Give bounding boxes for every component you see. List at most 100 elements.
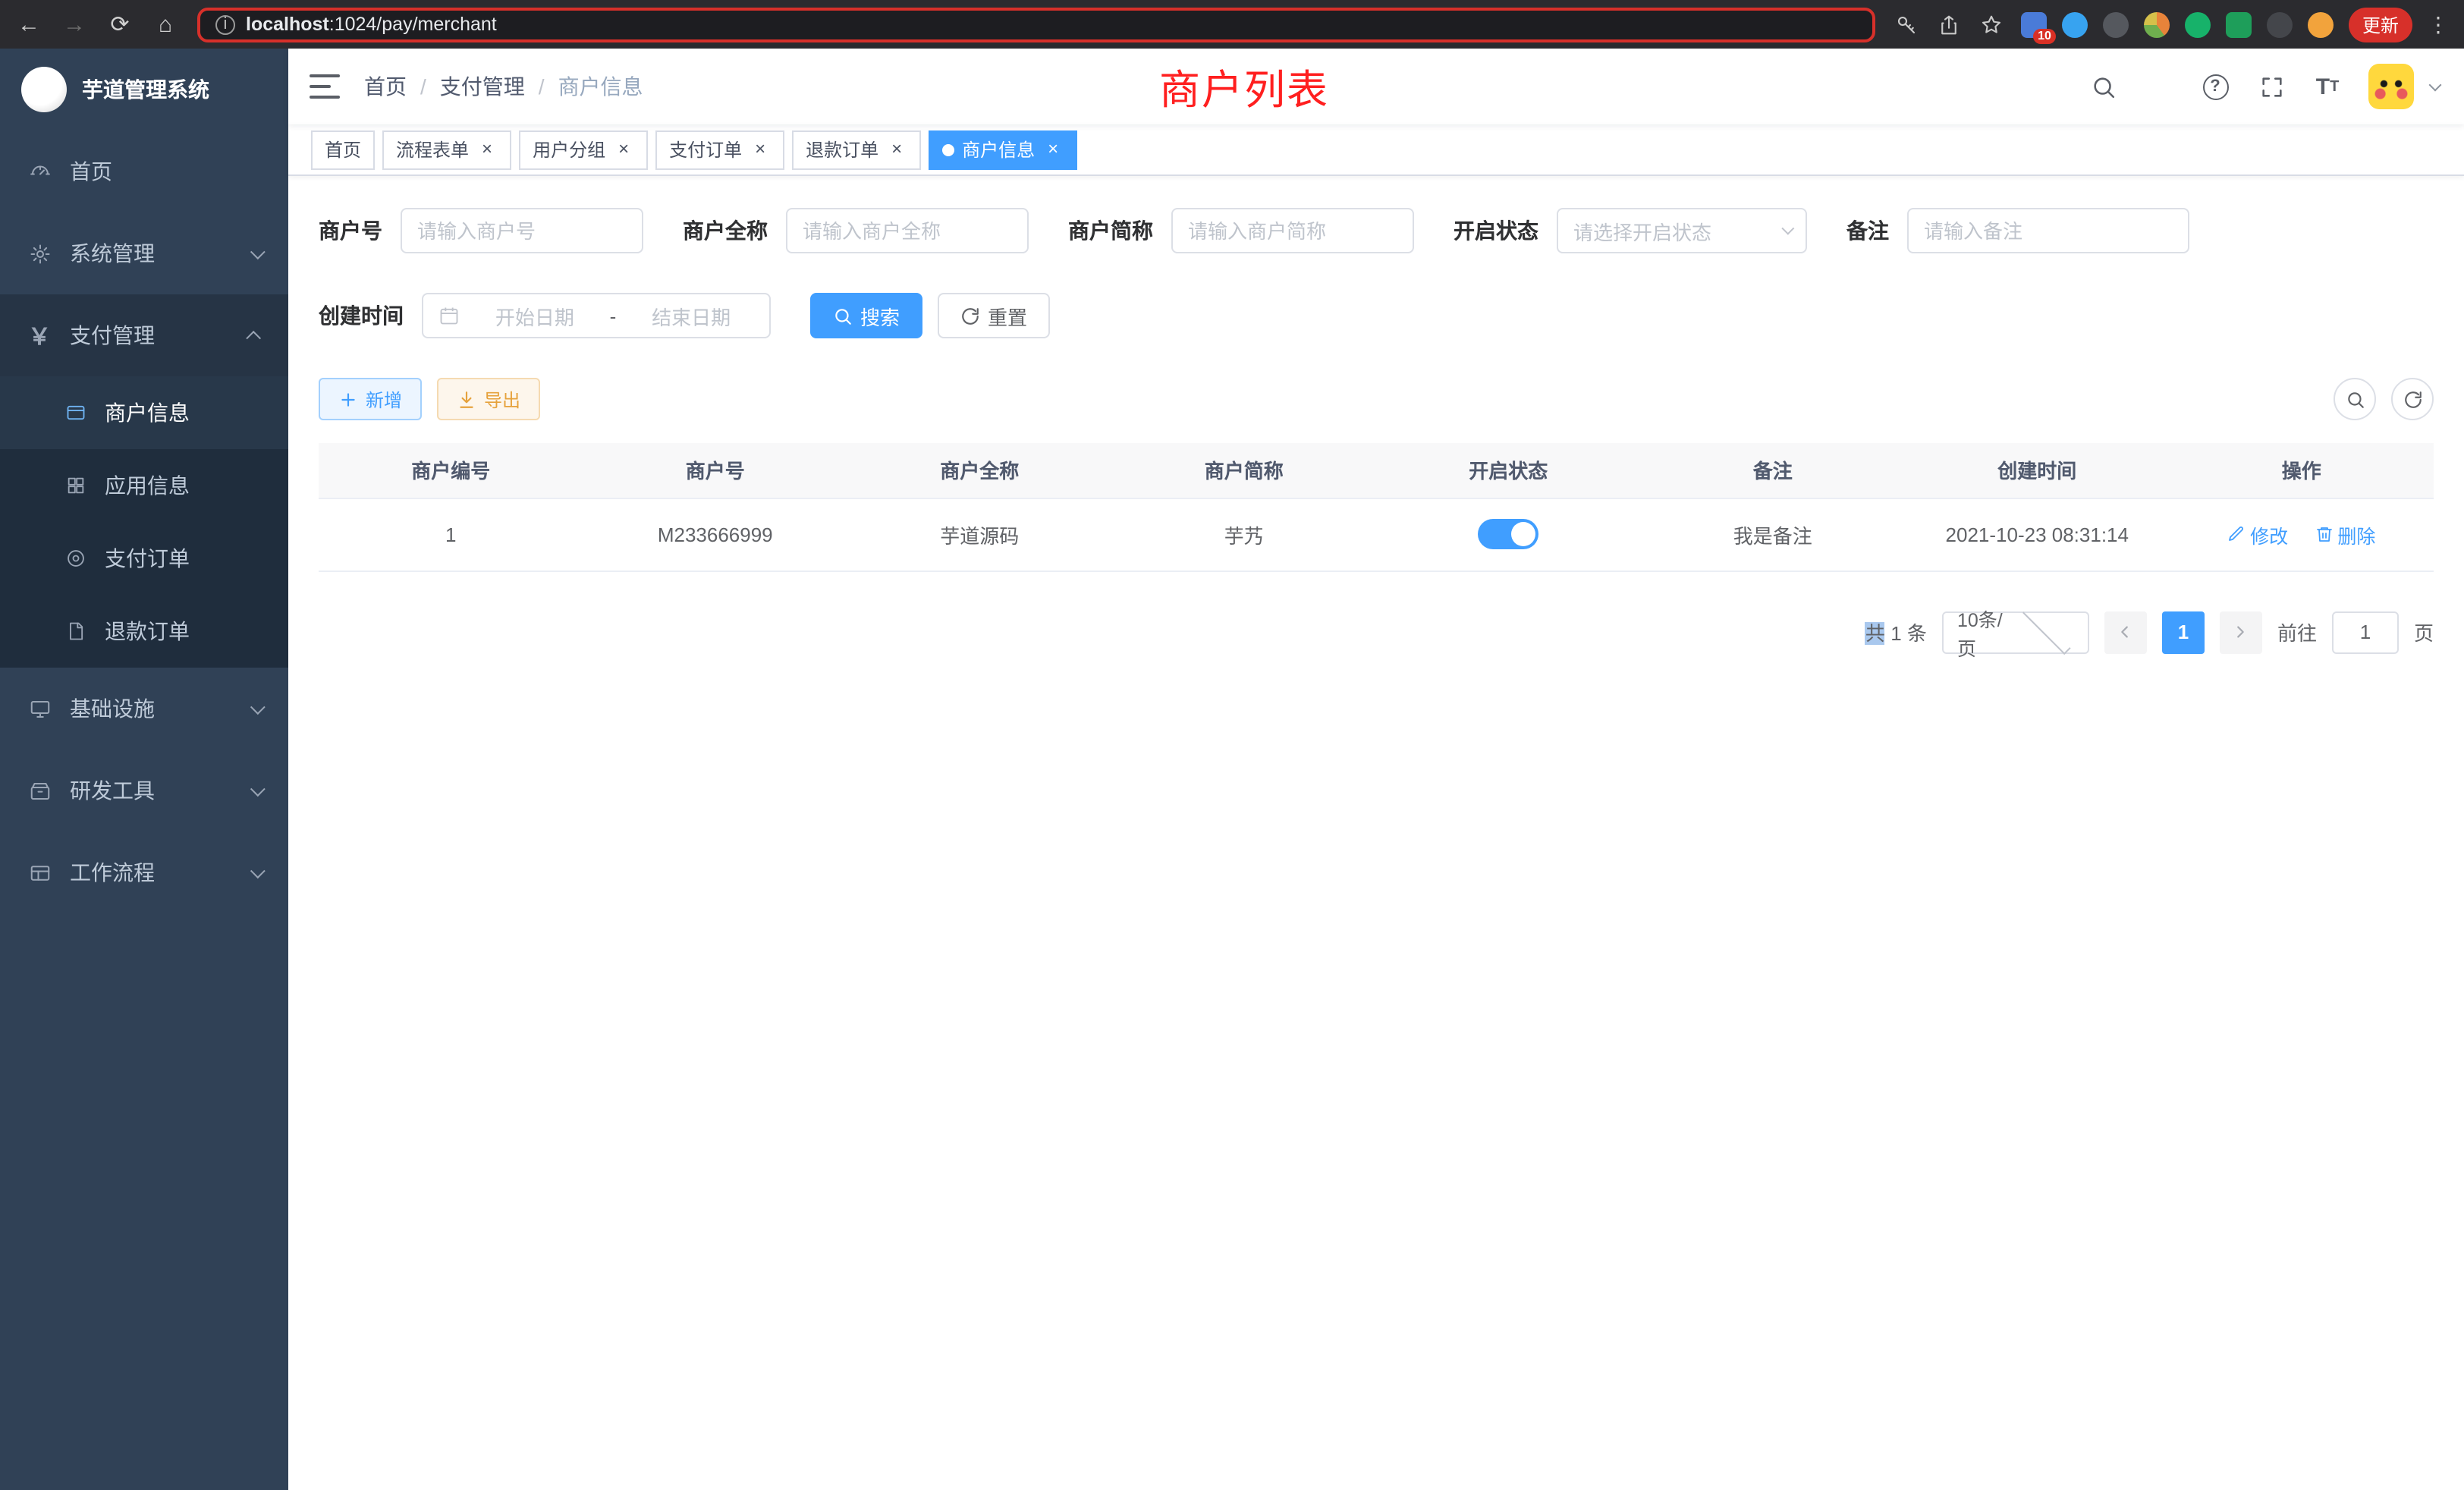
refresh-icon [960, 306, 980, 325]
app-logo[interactable]: 芋道管理系统 [0, 49, 288, 130]
cell-short-name: 芋艿 [1112, 498, 1377, 571]
full-name-input[interactable] [786, 208, 1029, 253]
browser-toolbar-right: 10 更新 ⋮ [1894, 7, 2449, 42]
cell-merchant-id: 1 [319, 498, 583, 571]
close-icon[interactable]: × [750, 139, 771, 160]
sidebar-item-merchant-info[interactable]: 商户信息 [0, 376, 288, 449]
filter-row-1: 商户号 商户全称 商户简称 开启状态 请选择开启状态 [319, 208, 2434, 253]
user-avatar[interactable] [2368, 64, 2414, 109]
top-navbar: 首页 / 支付管理 / 商户信息 商户列表 ? TT [288, 49, 2464, 124]
search-icon[interactable] [2088, 71, 2118, 102]
cell-status [1376, 498, 1641, 571]
close-icon[interactable]: × [476, 139, 498, 160]
status-toggle[interactable] [1478, 519, 1538, 549]
extension-icon[interactable] [2103, 11, 2129, 37]
sidebar-item-workflow[interactable]: 工作流程 [0, 831, 288, 913]
tab-process-form[interactable]: 流程表单× [382, 130, 511, 169]
cell-actions: 修改 删除 [2170, 498, 2434, 571]
chevron-down-icon [1781, 222, 1794, 235]
sidebar-item-system[interactable]: 系统管理 [0, 212, 288, 294]
url-bar[interactable]: i localhost:1024/pay/merchant [197, 7, 1875, 42]
extension-badge: 10 [2033, 28, 2056, 43]
edit-link[interactable]: 修改 [2227, 520, 2288, 549]
date-end-placeholder: 结束日期 [628, 301, 754, 330]
close-icon[interactable]: × [613, 139, 634, 160]
payment-submenu: 商户信息 应用信息 支付订单 退款订单 [0, 376, 288, 668]
status-select[interactable]: 请选择开启状态 [1557, 208, 1807, 253]
delete-link[interactable]: 删除 [2315, 520, 2375, 549]
breadcrumb: 首页 / 支付管理 / 商户信息 [364, 71, 643, 102]
extension-icon[interactable] [2267, 11, 2293, 37]
refresh-table-icon[interactable] [2391, 378, 2434, 420]
col-remark: 备注 [1641, 443, 1906, 498]
extension-icon[interactable] [2144, 11, 2170, 37]
profile-avatar-icon[interactable] [2308, 11, 2334, 37]
goto-page-input[interactable] [2332, 611, 2399, 653]
github-icon[interactable] [2144, 71, 2174, 102]
breadcrumb-current: 商户信息 [558, 71, 643, 102]
page-number-button[interactable]: 1 [2162, 611, 2205, 653]
col-short-name: 商户简称 [1112, 443, 1377, 498]
screen: ← → ⟳ ⌂ i localhost:1024/pay/merchant 10 [0, 0, 2464, 1490]
add-button[interactable]: 新增 [319, 378, 422, 420]
gear-icon [27, 241, 52, 266]
tab-merchant-info[interactable]: 商户信息× [929, 130, 1077, 169]
show-search-icon[interactable] [2334, 378, 2376, 420]
merchant-no-input[interactable] [401, 208, 643, 253]
extension-icon[interactable]: 10 [2021, 11, 2047, 37]
help-icon[interactable]: ? [2200, 71, 2230, 102]
annotation-title: 商户列表 [1159, 57, 1329, 116]
avatar-caret-icon[interactable] [2429, 78, 2442, 91]
tab-home[interactable]: 首页 [311, 130, 375, 169]
fullscreen-icon[interactable] [2256, 71, 2286, 102]
extension-icon[interactable] [2185, 11, 2211, 37]
tab-pay-order[interactable]: 支付订单× [655, 130, 784, 169]
browser-back-icon[interactable]: ← [15, 11, 42, 37]
remark-input[interactable] [1907, 208, 2189, 253]
site-info-icon[interactable]: i [215, 14, 235, 34]
col-full-name: 商户全称 [847, 443, 1112, 498]
breadcrumb-payment[interactable]: 支付管理 [440, 71, 525, 102]
yen-icon: ￥ [27, 323, 52, 347]
sidebar-item-home[interactable]: 首页 [0, 130, 288, 212]
merchant-table: 商户编号 商户号 商户全称 商户简称 开启状态 备注 创建时间 操作 1 [319, 443, 2434, 571]
chevron-down-icon [250, 699, 266, 714]
reset-button[interactable]: 重置 [938, 293, 1050, 338]
date-range-picker[interactable]: 开始日期 - 结束日期 [422, 293, 771, 338]
extension-icon[interactable] [2226, 11, 2252, 37]
tab-refund-order[interactable]: 退款订单× [792, 130, 921, 169]
sidebar-item-infrastructure[interactable]: 基础设施 [0, 668, 288, 750]
workflow-icon [27, 860, 52, 885]
sidebar-item-refund-order[interactable]: 退款订单 [0, 595, 288, 668]
export-button[interactable]: 导出 [437, 378, 540, 420]
table-row: 1 M233666999 芋道源码 芋艿 我是备注 2021-10-23 08:… [319, 498, 2434, 571]
browser-reload-icon[interactable]: ⟳ [106, 11, 134, 38]
browser-menu-icon[interactable]: ⋮ [2428, 11, 2449, 37]
search-button[interactable]: 搜索 [810, 293, 922, 338]
sidebar-item-dev-tools[interactable]: 研发工具 [0, 750, 288, 831]
bookmark-star-icon[interactable] [1978, 11, 2006, 38]
sidebar-collapse-icon[interactable] [310, 74, 340, 99]
close-icon[interactable]: × [1042, 139, 1064, 160]
sidebar-item-app-info[interactable]: 应用信息 [0, 449, 288, 522]
share-icon[interactable] [1936, 11, 1963, 38]
page-size-select[interactable]: 10条/页 [1942, 611, 2089, 653]
close-icon[interactable]: × [886, 139, 907, 160]
breadcrumb-home[interactable]: 首页 [364, 71, 407, 102]
col-status: 开启状态 [1376, 443, 1641, 498]
sidebar-item-pay-order[interactable]: 支付订单 [0, 522, 288, 595]
font-size-icon[interactable]: TT [2312, 71, 2343, 102]
refund-doc-icon [64, 620, 86, 643]
browser-forward-icon[interactable]: → [61, 11, 88, 37]
filter-merchant-no: 商户号 [319, 208, 643, 253]
extension-icon[interactable] [2062, 11, 2088, 37]
short-name-input[interactable] [1171, 208, 1414, 253]
browser-update-button[interactable]: 更新 [2349, 7, 2412, 42]
tab-user-group[interactable]: 用户分组× [519, 130, 648, 169]
prev-page-button[interactable] [2104, 611, 2147, 653]
sidebar-menu: 首页 系统管理 ￥ 支付管理 商户信息 [0, 130, 288, 1490]
sidebar-item-payment[interactable]: ￥ 支付管理 [0, 294, 288, 376]
browser-home-icon[interactable]: ⌂ [152, 11, 179, 37]
next-page-button[interactable] [2220, 611, 2262, 653]
password-key-icon[interactable] [1894, 11, 1921, 38]
